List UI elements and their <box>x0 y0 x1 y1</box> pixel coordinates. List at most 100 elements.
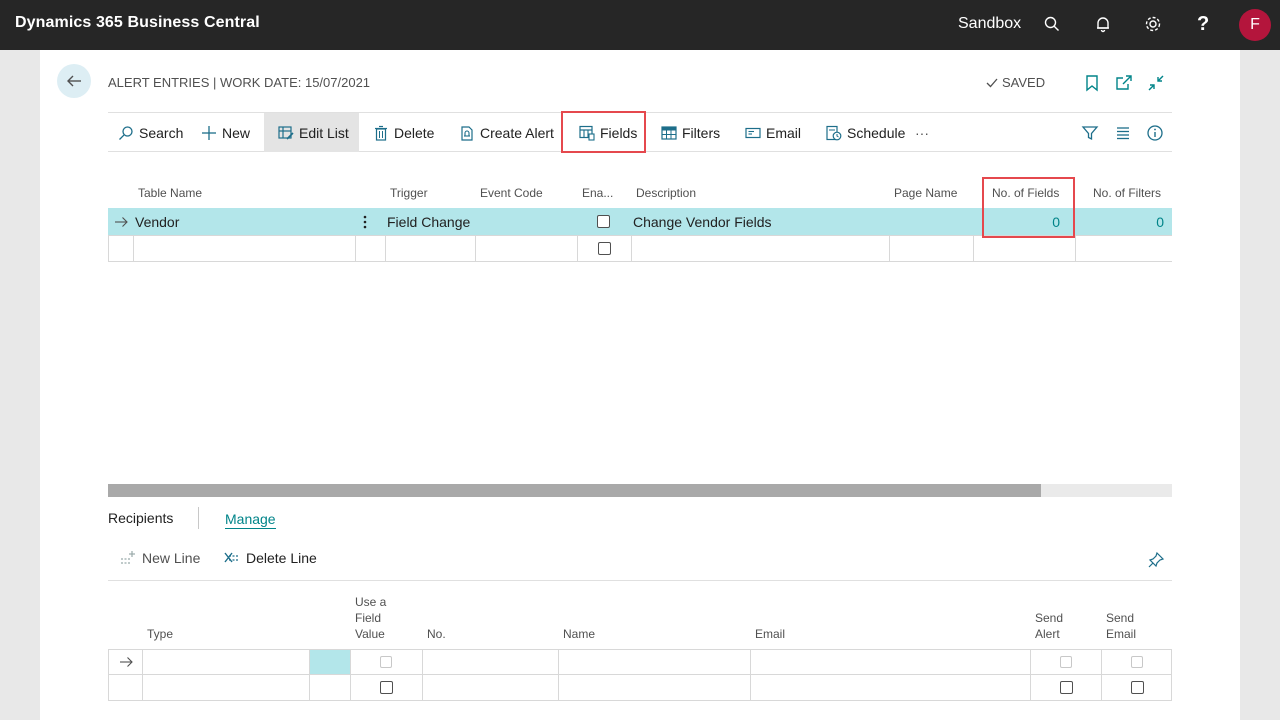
row-arrow-icon <box>119 650 133 674</box>
cell-send-alert[interactable] <box>1060 675 1073 700</box>
arrow-left-icon <box>67 75 81 87</box>
send-email-checkbox[interactable] <box>1131 656 1143 668</box>
no-of-fields-highlight-box <box>982 177 1075 238</box>
table-row[interactable] <box>108 675 1172 701</box>
delete-label: Delete <box>394 124 435 141</box>
filters-table-icon <box>661 125 677 140</box>
schedule-label: Schedule <box>847 124 906 141</box>
use-field-value-checkbox[interactable] <box>380 681 393 694</box>
bell-icon[interactable] <box>1094 15 1114 35</box>
row-arrow-icon <box>114 208 128 235</box>
cell-enabled[interactable] <box>597 208 610 235</box>
column-header-use-field-value[interactable]: Use a Field Value <box>355 594 395 642</box>
filter-icon[interactable] <box>1081 124 1099 142</box>
delete-line-button[interactable]: Delete Line <box>224 550 317 566</box>
bookmark-icon[interactable] <box>1084 74 1102 92</box>
scrollbar-thumb[interactable] <box>108 484 1041 497</box>
search-button[interactable]: Search <box>118 113 183 152</box>
send-email-checkbox[interactable] <box>1131 681 1144 694</box>
filters-button[interactable]: Filters <box>661 113 720 152</box>
tab-divider <box>198 507 199 529</box>
create-alert-label: Create Alert <box>480 124 554 141</box>
pin-icon[interactable] <box>1147 551 1165 569</box>
cell-trigger[interactable]: Field Change <box>387 208 470 235</box>
column-header-page-name[interactable]: Page Name <box>894 186 957 200</box>
help-icon[interactable]: ? <box>1197 13 1209 36</box>
new-label: New <box>222 124 251 141</box>
back-button[interactable] <box>57 64 91 98</box>
row-menu-icon[interactable] <box>362 208 368 235</box>
search-label: Search <box>139 124 184 141</box>
create-alert-icon <box>461 125 473 141</box>
email-label: Email <box>766 124 802 141</box>
create-alert-button[interactable]: Create Alert <box>459 113 554 152</box>
delete-line-icon <box>224 552 239 563</box>
search-icon[interactable] <box>1043 15 1063 35</box>
filters-label: Filters <box>682 124 721 141</box>
new-line-button[interactable]: New Line <box>120 550 200 566</box>
edit-list-icon <box>278 125 294 140</box>
column-header-send-email[interactable]: Send Email <box>1106 610 1146 642</box>
new-button[interactable]: New <box>201 113 250 152</box>
enabled-checkbox[interactable] <box>597 215 610 228</box>
list-view-icon[interactable] <box>1114 124 1132 142</box>
fields-highlight-box <box>561 111 646 153</box>
cell-description[interactable]: Change Vendor Fields <box>633 208 772 235</box>
gear-icon[interactable] <box>1144 15 1164 35</box>
send-alert-checkbox[interactable] <box>1060 656 1072 668</box>
column-header-no[interactable]: No. <box>427 626 446 642</box>
new-line-icon <box>121 551 135 564</box>
tab-recipients[interactable]: Recipients <box>108 510 173 526</box>
edit-list-button[interactable]: Edit List <box>264 113 359 152</box>
app-title[interactable]: Dynamics 365 Business Central <box>15 14 260 32</box>
email-icon <box>745 127 761 138</box>
table-row[interactable] <box>108 235 1172 262</box>
checkmark-icon <box>986 78 998 87</box>
cell-send-alert[interactable] <box>1060 650 1072 674</box>
delete-button[interactable]: Delete <box>373 113 434 152</box>
cell-table-name[interactable]: Vendor <box>135 208 179 235</box>
plus-icon <box>202 125 216 140</box>
tab-manage[interactable]: Manage <box>225 511 276 529</box>
enabled-checkbox[interactable] <box>598 242 611 255</box>
column-header-description[interactable]: Description <box>636 186 696 200</box>
search-icon <box>119 125 133 140</box>
email-button[interactable]: Email <box>745 113 801 152</box>
edit-list-label: Edit List <box>299 124 349 141</box>
column-header-trigger[interactable]: Trigger <box>390 186 428 200</box>
cell-send-email[interactable] <box>1131 650 1143 674</box>
more-options-button[interactable]: ··· <box>915 113 929 152</box>
trash-icon <box>375 125 387 141</box>
column-header-enabled[interactable]: Ena... <box>582 186 613 200</box>
saved-label: SAVED <box>1002 75 1046 90</box>
column-header-send-alert[interactable]: Send Alert <box>1035 610 1075 642</box>
horizontal-scrollbar[interactable] <box>108 484 1172 497</box>
new-line-label: New Line <box>142 550 201 566</box>
column-header-email[interactable]: Email <box>755 626 785 642</box>
company-name[interactable]: Sandbox <box>958 15 1021 33</box>
cell-no-of-filters[interactable]: 0 <box>1076 208 1164 235</box>
column-header-no-of-filters[interactable]: No. of Filters <box>1093 186 1161 200</box>
column-header-event-code[interactable]: Event Code <box>480 186 543 200</box>
open-new-window-icon[interactable] <box>1115 74 1133 92</box>
cell-send-email[interactable] <box>1131 675 1144 700</box>
collapse-icon[interactable] <box>1147 74 1165 92</box>
send-alert-checkbox[interactable] <box>1060 681 1073 694</box>
delete-line-label: Delete Line <box>246 550 317 566</box>
use-field-value-checkbox[interactable] <box>380 656 392 668</box>
schedule-button[interactable]: Schedule <box>826 113 905 152</box>
table-row[interactable] <box>108 649 1172 675</box>
info-icon[interactable] <box>1146 124 1164 142</box>
column-header-name[interactable]: Name <box>563 626 595 642</box>
active-cell[interactable] <box>310 650 350 674</box>
subpage-divider <box>108 580 1172 581</box>
cell-enabled[interactable] <box>598 236 611 261</box>
cell-use-field-value[interactable] <box>380 650 392 674</box>
cell-use-field-value[interactable] <box>380 675 393 700</box>
column-header-table-name[interactable]: Table Name <box>138 186 202 200</box>
saved-status: SAVED <box>985 75 1045 90</box>
page-title: ALERT ENTRIES | WORK DATE: 15/07/2021 <box>108 75 371 90</box>
column-header-type[interactable]: Type <box>147 626 173 642</box>
schedule-icon <box>826 125 842 140</box>
avatar[interactable]: F <box>1239 9 1271 41</box>
